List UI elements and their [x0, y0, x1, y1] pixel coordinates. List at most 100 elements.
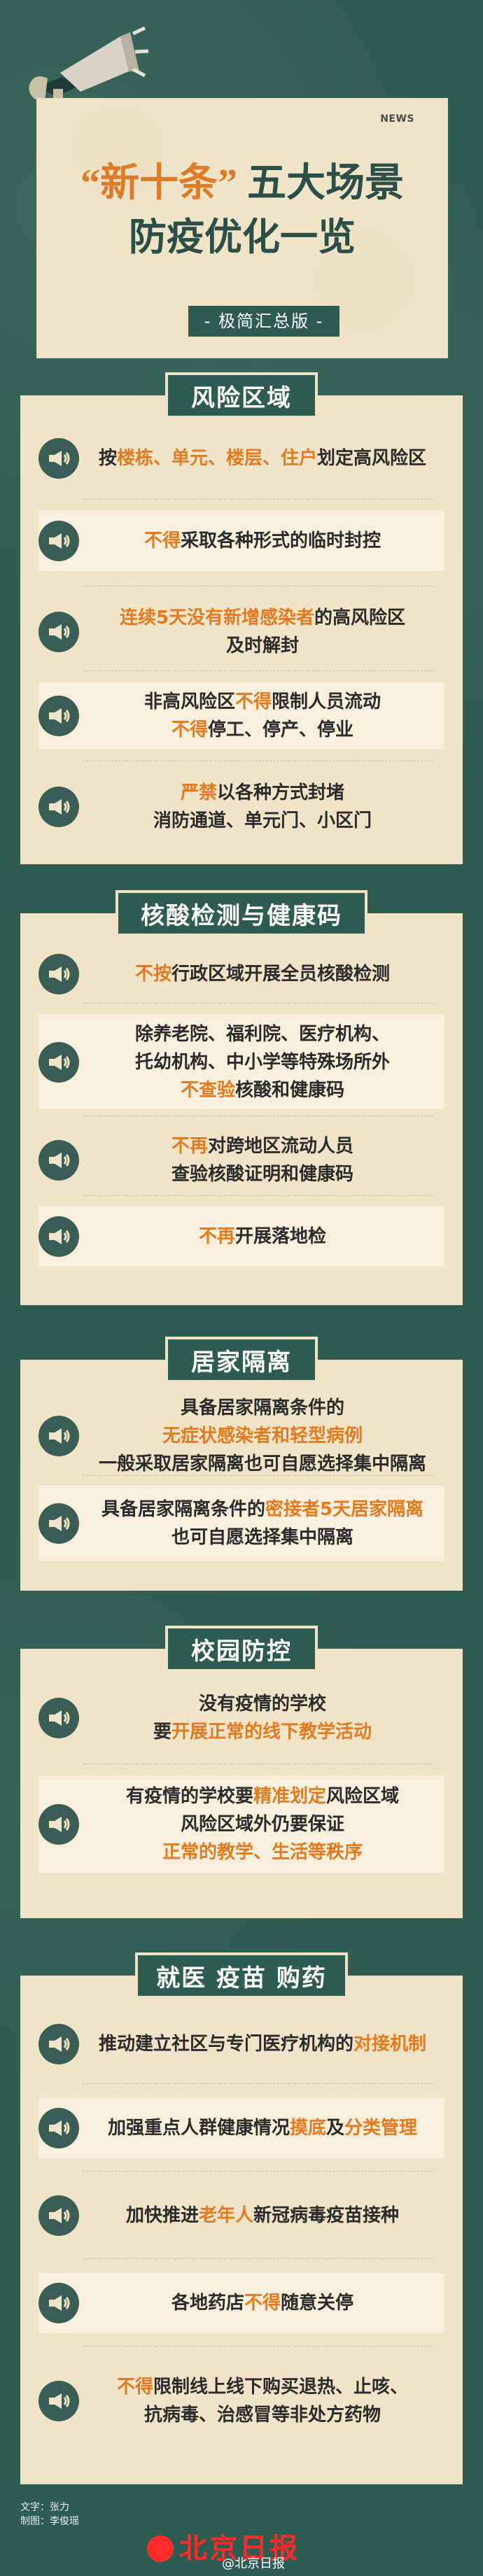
- section-risk-areas: 风险区域 按楼栋、单元、楼层、住户划定高风险区 不得采取各种形式的临时封控 连续5天…: [20, 372, 463, 864]
- policy-row: 没有疫情的学校 要开展正常的线下教学活动: [38, 1680, 444, 1757]
- hero-title-line2: 防疫优化一览: [129, 216, 356, 258]
- highlight-text: 不得: [234, 691, 272, 712]
- body-text: 没有疫情的学校: [198, 1694, 326, 1715]
- body-text: 查验核酸证明和健康码: [171, 1164, 354, 1185]
- highlight-text: 不得: [144, 530, 181, 551]
- section-nucleic-testing: 核酸检测与健康码 不按行政区域开展全员核酸检测除养老院、福利院、医疗机构、 托幼机…: [20, 890, 463, 1305]
- section-title-home-isolation: 居家隔离: [165, 1337, 318, 1383]
- credit-text-author: 文字：张力: [20, 2502, 69, 2513]
- policy-row: 除养老院、福利院、医疗机构、 托幼机构、中小学等特殊场所外 不查验核酸和健康码: [38, 1015, 444, 1109]
- hero-title-quote: “新十条”: [80, 162, 237, 205]
- hero: NEWS “新十条” 五大场景 防疫优化一览 - 极简汇总版 -: [0, 0, 483, 374]
- policy-text: 不再开展落地检: [88, 1223, 438, 1251]
- highlight-text: 不再: [198, 1226, 235, 1247]
- policy-row: 严禁以各种方式封堵消防通道、单元门、小区门: [38, 773, 444, 840]
- speaker-icon: [38, 787, 79, 827]
- body-text: 消防通道、单元门、小区门: [153, 810, 372, 831]
- body-text: 各地药店: [171, 2293, 244, 2314]
- policy-row: 各地药店不得随意关停: [38, 2273, 444, 2333]
- speaker-icon: [38, 1140, 79, 1181]
- row-divider: [83, 499, 433, 500]
- body-text: 抗病毒、治感冒等非处方药物: [144, 2405, 381, 2426]
- speaker-icon: [38, 1503, 79, 1544]
- highlight-text: 无症状感染者和轻型病例: [162, 1426, 363, 1447]
- body-text: 行政区域开展全员核酸检测: [172, 964, 391, 985]
- policy-text: 按楼栋、单元、楼层、住户划定高风险区: [88, 444, 438, 472]
- speaker-icon: [38, 2024, 79, 2064]
- policy-text: 除养老院、福利院、医疗机构、 托幼机构、中小学等特殊场所外 不查验核酸和健康码: [88, 1020, 438, 1104]
- policy-row: 不再对跨地区流动人员 查验核酸证明和健康码: [38, 1127, 444, 1194]
- speaker-icon: [38, 521, 79, 561]
- policy-text: 不得采取各种形式的临时封控: [88, 527, 438, 555]
- speaker-icon: [38, 1041, 79, 1083]
- highlight-text: 不得: [244, 2293, 281, 2314]
- policy-row: 具备居家隔离条件的密接者5天居家隔离 也可自愿选择集中隔离: [38, 1486, 444, 1561]
- speaker-icon: [38, 1216, 79, 1257]
- policy-row: 加强重点人群健康情况摸底及分类管理: [38, 2098, 444, 2158]
- highlight-text: 严禁: [180, 782, 217, 803]
- policy-row: 推动建立社区与专门医疗机构的对接机制: [38, 2014, 444, 2074]
- highlight-text: 不按: [134, 964, 172, 985]
- credits: 文字：张力 制图：李俊瑶: [20, 2500, 79, 2528]
- speaker-icon: [38, 2381, 79, 2421]
- section-title-nucleic-testing: 核酸检测与健康码: [115, 890, 368, 936]
- body-text: 有疫情的学校要: [125, 1785, 253, 1807]
- section-campus-control: 校园防控 没有疫情的学校 要开展正常的线下教学活动 有疫情的学校要精准划定风险区域风…: [20, 1626, 463, 1918]
- hero-subtitle: - 极简汇总版 -: [188, 306, 340, 337]
- body-text: 加强重点人群健康情况: [107, 2118, 290, 2139]
- row-divider: [83, 2258, 433, 2259]
- hero-card: NEWS “新十条” 五大场景 防疫优化一览 - 极简汇总版 -: [36, 98, 448, 358]
- policy-text: 严禁以各种方式封堵消防通道、单元门、小区门: [88, 779, 438, 835]
- body-text: 除养老院、福利院、医疗机构、: [134, 1023, 390, 1045]
- highlight-text: 不查验: [180, 1079, 235, 1101]
- policy-row: 加快推进老年人新冠病毒疫苗接种: [38, 2186, 444, 2246]
- highlight-text: 分类管理: [344, 2118, 418, 2139]
- section-title-medical-vaccine-medicine: 就医 疫苗 购药: [135, 1952, 348, 1999]
- highlight-text: 不得: [171, 719, 208, 740]
- infographic-page: NEWS “新十条” 五大场景 防疫优化一览 - 极简汇总版 - 风险区域 按楼…: [0, 0, 483, 2576]
- logo-badge: [147, 2535, 174, 2562]
- speaker-icon: [38, 2195, 79, 2236]
- body-text: 托幼机构、中小学等特殊场所外: [134, 1051, 390, 1073]
- speaker-icon: [38, 438, 79, 479]
- body-text: 开展落地检: [235, 1226, 327, 1247]
- body-text: 限制线上线下购买退热、止咳、: [153, 2377, 409, 2398]
- speaker-icon: [38, 1416, 79, 1456]
- highlight-text: 精准划定: [253, 1785, 326, 1807]
- body-text: 以各种方式封堵: [217, 782, 345, 803]
- policy-text: 具备居家隔离条件的 无症状感染者和轻型病例一般采取居家隔离也可自愿选择集中隔离: [88, 1394, 438, 1478]
- body-text: 的高风险区: [314, 607, 406, 628]
- row-divider: [83, 2083, 433, 2084]
- policy-row: 不得限制线上线下购买退热、止咳、 抗病毒、治感冒等非处方药物: [38, 2359, 444, 2443]
- body-text: 非高风险区: [144, 691, 235, 712]
- body-text: 要: [153, 1722, 172, 1743]
- highlight-text: 连续5天没有新增感染者: [119, 607, 315, 628]
- row-divider: [83, 1115, 433, 1116]
- speaker-icon: [38, 954, 79, 994]
- body-text: 划定高风险区: [317, 448, 427, 469]
- body-text: 一般采取居家隔离也可自愿选择集中隔离: [98, 1454, 426, 1474]
- section-title-campus-control: 校园防控: [165, 1626, 318, 1672]
- body-text: 停工、停产、停业: [208, 719, 354, 740]
- policy-text: 连续5天没有新增感染者的高风险区 及时解封: [88, 604, 438, 660]
- policy-row: 不得采取各种形式的临时封控: [38, 511, 444, 571]
- policy-row: 不按行政区域开展全员核酸检测: [38, 944, 444, 1004]
- policy-row: 连续5天没有新增感染者的高风险区 及时解封: [38, 598, 444, 666]
- body-text: 采取各种形式的临时封控: [181, 530, 382, 551]
- policy-text: 有疫情的学校要精准划定风险区域 风险区域外仍要保证 正常的教学、生活等秩序: [88, 1782, 438, 1866]
- highlight-text: 老年人: [198, 2205, 253, 2226]
- body-text: 推动建立社区与专门医疗机构的: [98, 2034, 354, 2055]
- policy-text: 不按行政区域开展全员核酸检测: [88, 960, 438, 988]
- highlight-text: 不再: [171, 1136, 208, 1157]
- body-text: 具备居家隔离条件的: [180, 1398, 344, 1419]
- body-text: 风险区域外仍要保证: [180, 1813, 344, 1835]
- body-text: 及时解封: [225, 635, 299, 656]
- credit-design-author: 制图：李俊瑶: [20, 2516, 79, 2527]
- highlight-text: 摸底: [289, 2118, 326, 2139]
- section-home-isolation: 居家隔离 具备居家隔离条件的 无症状感染者和轻型病例一般采取居家隔离也可自愿选择集…: [20, 1337, 463, 1591]
- policy-text: 不再对跨地区流动人员 查验核酸证明和健康码: [88, 1132, 438, 1188]
- row-divider: [83, 1475, 433, 1476]
- policy-text: 加强重点人群健康情况摸底及分类管理: [88, 2114, 438, 2142]
- highlight-text: 楼栋、单元、楼层、住户: [116, 448, 317, 469]
- highlight-text: 对接机制: [354, 2034, 427, 2055]
